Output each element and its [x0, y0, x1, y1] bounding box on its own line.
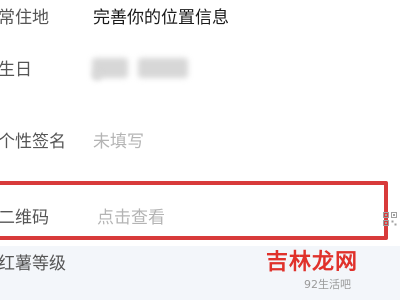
- profile-row-qr-code[interactable]: 二维码 点击查看: [0, 181, 397, 240]
- rank-label: 红薯等级: [0, 254, 66, 274]
- birthday-label: 生日: [0, 60, 32, 80]
- qr-code-label: 二维码: [0, 208, 49, 228]
- profile-row-residence[interactable]: 常住地 完善你的位置信息: [0, 0, 400, 38]
- signature-label: 个性签名: [0, 132, 66, 152]
- watermark-url: 92生活吧: [304, 278, 351, 291]
- birthday-value-blurred: [93, 72, 101, 80]
- signature-value: 未填写: [93, 132, 144, 152]
- qr-code-value: 点击查看: [97, 208, 165, 228]
- birthday-value-blurred: [138, 58, 188, 78]
- residence-value: 完善你的位置信息: [93, 8, 229, 28]
- profile-row-signature[interactable]: 个性签名 未填写: [0, 120, 400, 164]
- profile-row-birthday[interactable]: 生日: [0, 48, 400, 90]
- residence-label: 常住地: [0, 8, 49, 28]
- watermark-logo-text: 吉林龙网: [266, 250, 359, 275]
- qr-code-icon[interactable]: [383, 212, 397, 226]
- watermark-logo: 吉林龙网 92生活吧: [264, 248, 400, 300]
